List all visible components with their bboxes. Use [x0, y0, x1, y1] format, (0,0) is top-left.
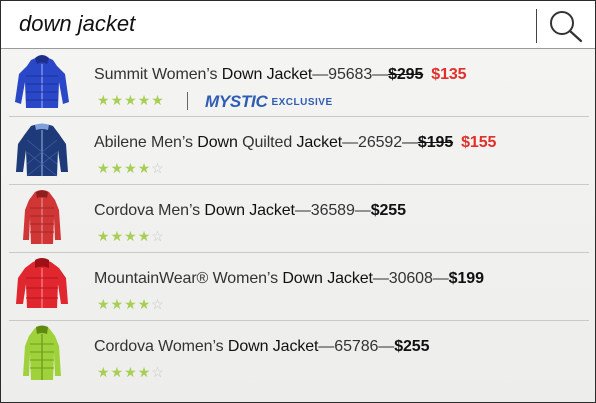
star-icon: ★: [124, 296, 138, 312]
product-sku: —26592—: [342, 134, 418, 151]
exclusive-badge: MYSTIC EXCLUSIVE: [205, 92, 333, 112]
star-icon: ★: [124, 228, 138, 244]
star-icon: ★: [137, 92, 152, 108]
result-row[interactable]: Abilene Men’s Down Quilted Jacket—26592—…: [9, 117, 589, 185]
star-icon: ★: [124, 364, 138, 380]
product-name: Quilted: [237, 134, 297, 151]
product-name: Cordova Men’s: [94, 202, 205, 219]
star-rating: ★★★★☆: [97, 364, 165, 381]
keyword-highlight: Down: [221, 66, 263, 83]
exclusive-label: EXCLUSIVE: [271, 97, 333, 108]
star-empty-icon: ☆: [151, 228, 165, 244]
star-rating: ★★★★☆: [97, 228, 165, 245]
keyword-highlight: Down: [282, 270, 323, 287]
star-icon: ★: [97, 228, 111, 244]
search-icon: [550, 11, 583, 43]
star-icon: ★: [124, 160, 138, 176]
product-sku: —30608—: [372, 270, 449, 287]
search-bar: [1, 1, 595, 49]
star-rating: ★★★★★: [97, 92, 165, 109]
star-icon: ★: [97, 92, 111, 108]
star-icon: ★: [110, 296, 125, 312]
original-price: $295: [388, 66, 424, 83]
product-sku: —36589—: [294, 202, 371, 219]
star-empty-icon: ☆: [151, 296, 165, 312]
product-thumbnail: [23, 325, 61, 380]
product-thumbnail: [16, 258, 68, 308]
search-input[interactable]: [19, 9, 519, 39]
keyword-highlight: Jacket: [296, 134, 343, 151]
price: $255: [394, 338, 430, 355]
product-name: Abilene Men’s: [94, 134, 198, 151]
result-row[interactable]: MountainWear® Women’s Down Jacket—30608—…: [9, 253, 589, 321]
star-icon: ★: [137, 364, 152, 380]
product-name: Cordova Women’s: [94, 338, 228, 355]
product-sku: —95683—: [312, 66, 389, 83]
product-title: Abilene Men’s Down Quilted Jacket—26592—…: [94, 134, 496, 152]
search-divider: [536, 9, 537, 43]
star-icon: ★: [110, 364, 125, 380]
keyword-highlight: Down: [204, 202, 245, 219]
star-rating: ★★★★☆: [97, 296, 165, 313]
keyword-highlight: Jacket: [272, 338, 319, 355]
star-icon: ★: [97, 296, 111, 312]
price: $199: [448, 270, 484, 287]
badge-divider: [187, 92, 188, 110]
star-icon: ★: [110, 228, 125, 244]
star-icon: ★: [137, 296, 152, 312]
product-name: Summit Women’s: [94, 66, 222, 83]
search-button[interactable]: [547, 8, 585, 44]
star-rating: ★★★★☆: [97, 160, 165, 177]
results-list: Summit Women’s Down Jacket—95683—$295 $13…: [1, 49, 595, 402]
keyword-highlight: Down: [227, 338, 269, 355]
keyword-highlight: Down: [197, 134, 238, 151]
star-icon: ★: [124, 92, 138, 108]
product-title: MountainWear® Women’s Down Jacket—30608—…: [94, 270, 484, 288]
product-thumbnail: [16, 123, 68, 177]
brand-logo: MYSTIC: [205, 92, 268, 111]
keyword-highlight: Jacket: [266, 66, 313, 83]
sale-price: $155: [461, 134, 497, 151]
app-window: Summit Women’s Down Jacket—95683—$295$13…: [0, 0, 596, 403]
result-row[interactable]: Cordova Men’s Down Jacket—36589—$255 ★★★…: [9, 185, 589, 253]
result-row[interactable]: Cordova Women’s Down Jacket—65786—$255 ★…: [9, 321, 589, 388]
result-row[interactable]: Summit Women’s Down Jacket—95683—$295 $13…: [9, 49, 589, 117]
star-icon: ★: [110, 92, 125, 108]
star-icon: ★: [137, 228, 152, 244]
sale-price: $135: [431, 66, 467, 83]
keyword-highlight: Jacket: [327, 270, 373, 287]
product-title: Cordova Women’s Down Jacket—65786—$255: [94, 338, 430, 356]
star-icon: ★: [151, 92, 165, 108]
product-sku: —65786—: [318, 338, 395, 355]
product-thumbnail: [23, 190, 61, 244]
star-icon: ★: [97, 160, 111, 176]
price: $255: [370, 202, 406, 219]
product-title: Cordova Men’s Down Jacket—36589—$255: [94, 202, 406, 220]
product-thumbnail: [15, 55, 69, 108]
original-price: $195: [417, 134, 454, 151]
star-icon: ★: [97, 364, 111, 380]
star-empty-icon: ☆: [151, 160, 165, 176]
star-icon: ★: [137, 160, 152, 176]
product-title: Summit Women’s Down Jacket—95683—$295 $13…: [94, 66, 467, 84]
star-icon: ★: [110, 160, 125, 176]
star-empty-icon: ☆: [151, 364, 165, 380]
product-name: MountainWear® Women’s: [94, 270, 283, 287]
keyword-highlight: Jacket: [249, 202, 295, 219]
